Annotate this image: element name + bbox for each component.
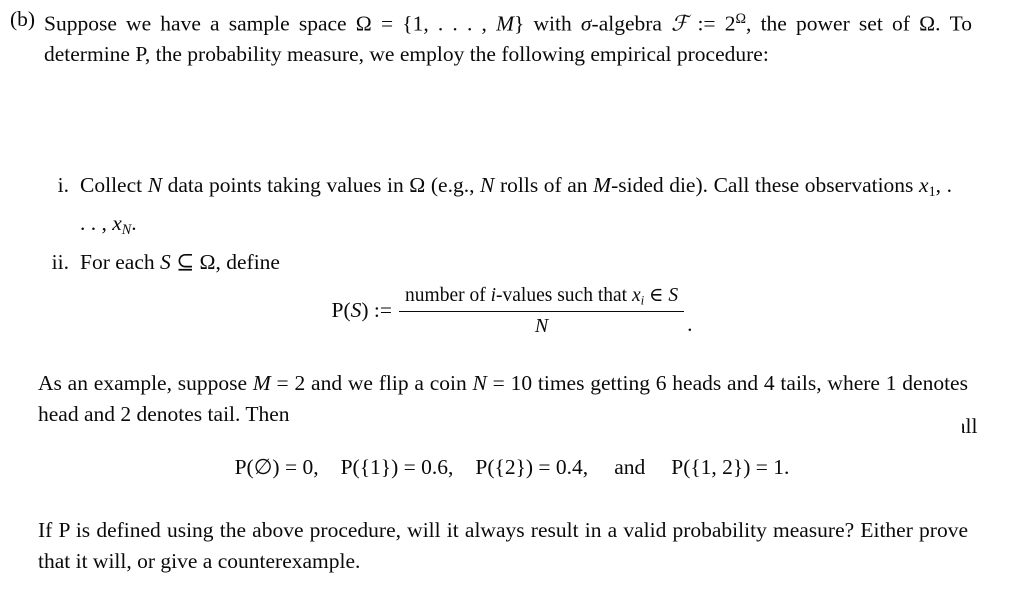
- step-i-text-b: data points taking values in: [162, 173, 410, 197]
- example-paragraph-text: As an example, suppose M = 2 and we flip…: [38, 368, 968, 430]
- question-paragraph-text: If P is defined using the above procedur…: [38, 518, 968, 573]
- step-i-text: Collect N data points taking values in Ω…: [80, 170, 952, 246]
- variable-M: M: [496, 11, 515, 36]
- numerator-text-b: -values such that: [496, 285, 632, 306]
- variable-M-2: M: [593, 173, 612, 197]
- example-text-b: and we flip a coin: [305, 371, 473, 395]
- variable-x-N: x: [112, 210, 122, 235]
- equation-lhs: P(S) :=: [332, 298, 393, 323]
- step-i-text-d: rolls of an: [494, 173, 594, 197]
- omega-symbol-3: Ω: [409, 173, 426, 197]
- equals-sign: =: [371, 11, 403, 36]
- subscript-N: N: [121, 221, 132, 238]
- variable-N: N: [147, 173, 163, 197]
- step-ii-paragraph: For each S ⊆ Ω, define: [80, 247, 952, 278]
- part-label: (b): [10, 7, 36, 31]
- step-ii-text-a: For each: [80, 249, 160, 274]
- example-M-value: = 2: [270, 371, 306, 395]
- step-i-period: .: [131, 210, 137, 235]
- p-empty-set-value: P(∅) = 0,: [234, 455, 319, 479]
- document-page: (b) Suppose we have a sample space Ω = {…: [0, 0, 1024, 597]
- p-singleton-one-value: P({1}) = 0.6,: [340, 455, 454, 479]
- fraction-numerator: number of i-values such that xi ∈ S: [399, 283, 684, 311]
- overflow-text-fragment: all: [962, 411, 1024, 441]
- part-text-line1-a: Suppose we have a sample space: [44, 11, 356, 36]
- numerator-variable-x: x: [631, 285, 641, 306]
- assignment-operator: := 2: [688, 11, 736, 36]
- step-i-text-a: Collect: [80, 173, 148, 197]
- sample-space-set-open: {1, . . . ,: [402, 11, 497, 36]
- omega-symbol-4: Ω: [199, 249, 216, 274]
- variable-N-2: N: [480, 173, 495, 197]
- p-full-set-value: P({1, 2}) = 1.: [671, 455, 790, 479]
- part-b-statement: Suppose we have a sample space Ω = {1, .…: [44, 4, 972, 70]
- example-text-a: As an example, suppose: [38, 371, 253, 395]
- sample-space-set-close: } with: [514, 11, 581, 36]
- fraction: number of i-values such that xi ∈ S N: [399, 283, 685, 338]
- equation-trailing-period: .: [687, 311, 693, 336]
- example-variable-M: M: [252, 371, 271, 395]
- step-ii-text: For each S ⊆ Ω, define: [80, 247, 952, 278]
- problem-part-b: (b) Suppose we have a sample space Ω = {…: [10, 4, 972, 70]
- subscript-1: 1: [928, 183, 936, 200]
- subset-operator: ⊆: [170, 249, 200, 274]
- question-paragraph: If P is defined using the above procedur…: [38, 515, 968, 577]
- equation-conjunction: and: [614, 455, 646, 479]
- sigma-symbol: σ: [580, 11, 592, 36]
- probability-operator: P(: [331, 297, 351, 322]
- step-ii-text-b: , define: [215, 249, 280, 274]
- variable-x-1: x: [919, 173, 929, 197]
- procedure-step-list: i. Collect N data points taking values i…: [0, 170, 952, 278]
- numerator-set-S: S: [668, 285, 679, 306]
- step-i-numeral: i.: [57, 173, 69, 197]
- overflow-fragment-text: all: [962, 414, 978, 438]
- step-ii-numeral: ii.: [51, 249, 69, 274]
- equation-argument-S: S: [350, 297, 362, 322]
- omega-symbol: Ω: [355, 11, 372, 36]
- example-variable-N: N: [472, 371, 487, 395]
- algebra-word: -algebra: [591, 11, 672, 36]
- probability-definition-equation: P(S) := number of i-values such that xi …: [0, 283, 1024, 338]
- example-N-value: = 10: [486, 371, 533, 395]
- probability-values-equation: P(∅) = 0, P({1}) = 0.6, P({2}) = 0.4, and P(…: [0, 452, 1024, 482]
- step-i-paragraph: Collect N data points taking values in Ω…: [80, 170, 952, 246]
- fraction-denominator: N: [534, 314, 549, 337]
- element-of-operator: ∈: [644, 285, 669, 306]
- procedure-step-ii: ii. For each S ⊆ Ω, define: [0, 247, 952, 278]
- example-paragraph: As an example, suppose M = 2 and we flip…: [38, 368, 968, 430]
- numerator-text-a: number of: [405, 285, 491, 306]
- part-text-line1-tail: , the power set of: [746, 11, 920, 36]
- omega-symbol-2: Ω: [919, 11, 936, 36]
- step-i-text-c: (e.g.,: [425, 173, 481, 197]
- power-set-exponent: Ω: [735, 11, 747, 27]
- procedure-step-i: i. Collect N data points taking values i…: [0, 170, 952, 246]
- part-body-text: Suppose we have a sample space Ω = {1, .…: [44, 4, 972, 70]
- p-singleton-two-value: P({2}) = 0.4,: [475, 455, 589, 479]
- equation-define-operator: ) :=: [361, 297, 393, 322]
- script-f-symbol: ℱ: [671, 11, 689, 36]
- step-i-text-e: -sided die). Call these observations: [611, 173, 920, 197]
- variable-S: S: [160, 249, 171, 274]
